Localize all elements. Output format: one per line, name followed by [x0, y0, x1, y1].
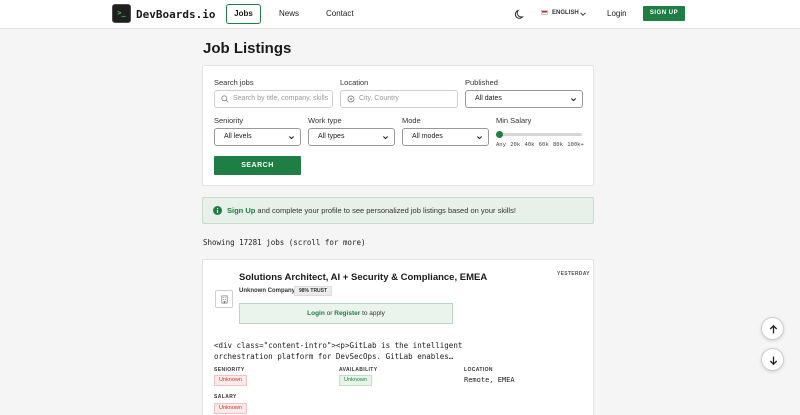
arrow-up-icon — [769, 324, 778, 334]
us-flag-icon — [541, 10, 548, 15]
seniority-meta-label: SENIORITY — [214, 367, 245, 373]
chevron-down-icon — [382, 136, 389, 140]
location-value: Remote, EMEA — [464, 376, 515, 384]
location-input[interactable]: City, Country — [340, 90, 458, 108]
login-link[interactable]: Login — [607, 9, 627, 18]
nav-jobs-link[interactable]: Jobs — [226, 4, 261, 24]
mode-label: Mode — [402, 116, 421, 125]
building-icon — [221, 295, 228, 304]
availability-meta-label: AVAILABILITY — [339, 367, 378, 373]
published-value: All dates — [475, 95, 502, 102]
signup-button[interactable]: SIGN UP — [643, 6, 685, 21]
chevron-down-icon — [288, 136, 295, 140]
apply-register-link[interactable]: Register — [334, 310, 360, 317]
language-selector[interactable]: ENGLISH — [541, 10, 579, 16]
trust-badge: 98% TRUST — [294, 286, 333, 296]
job-description: <div class="content-intro"><p>GitLab is … — [214, 341, 463, 361]
chevron-down-icon[interactable] — [579, 10, 587, 18]
banner-signup-link[interactable]: Sign Up — [227, 206, 255, 215]
top-navbar: >_ DevBoards.io Jobs News Contact ENGLIS… — [0, 0, 800, 29]
mode-value: All modes — [412, 133, 443, 140]
banner-text: and complete your profile to see persona… — [255, 206, 516, 215]
search-input[interactable]: Search by title, company, skills — [214, 90, 333, 108]
search-placeholder: Search by title, company, skills — [233, 95, 329, 102]
info-icon — [213, 206, 222, 215]
chevron-down-icon — [476, 136, 483, 140]
nav-contact-link[interactable]: Contact — [326, 9, 354, 18]
worktype-select[interactable]: All types — [308, 128, 395, 146]
salary-slider-thumb[interactable] — [496, 131, 503, 138]
language-label: ENGLISH — [552, 10, 579, 17]
seniority-label: Seniority — [214, 116, 244, 125]
seniority-select[interactable]: All levels — [214, 128, 301, 146]
arrow-down-icon — [769, 356, 778, 366]
company-logo — [215, 290, 233, 308]
search-icon — [221, 95, 229, 103]
salary-slider-track[interactable] — [500, 133, 582, 136]
salary-badge: Unknown — [214, 403, 247, 414]
signup-info-banner: Sign Up and complete your profile to see… — [202, 197, 594, 224]
apply-suffix-text: to apply — [360, 310, 385, 317]
logo-terminal-icon[interactable]: >_ — [112, 4, 131, 23]
apply-or-text: or — [324, 310, 335, 317]
published-label: Published — [465, 78, 498, 87]
seniority-badge: Unknown — [214, 375, 247, 386]
nav-news-link[interactable]: News — [279, 9, 299, 18]
page-title: Job Listings — [203, 40, 292, 57]
salary-meta-label: SALARY — [214, 394, 237, 400]
salary-label: Min Salary — [496, 116, 532, 125]
login-to-apply-box: Login or Register to apply — [239, 303, 453, 324]
location-meta-label: LOCATION — [464, 367, 493, 373]
worktype-label: Work type — [308, 116, 342, 125]
seniority-value: All levels — [224, 133, 252, 140]
mode-select[interactable]: All modes — [402, 128, 489, 146]
apply-login-link[interactable]: Login — [307, 310, 325, 317]
results-count: Showing 17281 jobs (scroll for more) — [203, 238, 366, 247]
scroll-up-button[interactable] — [761, 317, 784, 340]
worktype-value: All types — [318, 133, 345, 140]
published-select[interactable]: All dates — [465, 90, 583, 108]
salary-slider-ticks: Any 20k 40k 60k 80k 100k+ — [496, 142, 584, 148]
location-label: Location — [340, 78, 369, 87]
chevron-down-icon — [570, 98, 577, 102]
job-posted-date: YESTERDAY — [557, 271, 590, 277]
location-placeholder: City, Country — [359, 95, 399, 102]
search-button[interactable]: SEARCH — [214, 156, 301, 175]
job-title[interactable]: Solutions Architect, AI + Security & Com… — [239, 272, 487, 283]
search-label: Search jobs — [214, 78, 254, 87]
moon-icon[interactable] — [514, 8, 526, 20]
location-pin-icon — [347, 95, 355, 103]
brand-name[interactable]: DevBoards.io — [136, 8, 215, 21]
company-name[interactable]: Unknown Company — [239, 288, 295, 294]
availability-badge: Unknown — [339, 375, 372, 386]
scroll-down-button[interactable] — [761, 348, 784, 371]
